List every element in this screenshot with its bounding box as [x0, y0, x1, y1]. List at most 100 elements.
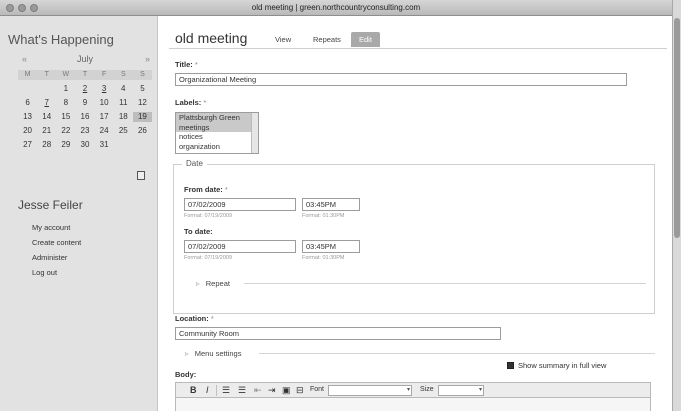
calendar-day: 9 — [82, 98, 88, 107]
indent-icon[interactable]: ⇥ — [268, 385, 276, 396]
log-out-link[interactable]: Log out — [32, 265, 81, 280]
calendar-empty-cell — [18, 84, 37, 94]
font-select[interactable]: ▾ — [328, 385, 412, 396]
calendar-day[interactable]: 2 — [75, 84, 94, 94]
page-title: old meeting — [175, 30, 248, 46]
size-label: Size — [420, 386, 434, 393]
outdent-icon[interactable]: ⇤ — [254, 385, 262, 396]
menu-settings-divider — [259, 353, 655, 354]
chevron-down-icon: ▾ — [478, 387, 482, 393]
calendar-prev-link[interactable]: « — [22, 54, 27, 64]
calendar-icon[interactable] — [137, 171, 145, 180]
show-summary-checkbox[interactable] — [507, 362, 514, 369]
create-content-link[interactable]: Create content — [32, 235, 81, 250]
calendar-day: 8 — [63, 98, 69, 107]
calendar-day-header: F — [94, 70, 114, 80]
calendar-day: 25 — [118, 126, 128, 135]
calendar-day: 10 — [99, 98, 109, 107]
size-select[interactable]: ▾ — [438, 385, 484, 396]
expand-arrow-icon: ▹ — [185, 349, 189, 358]
labels-label: Labels: * — [175, 98, 207, 107]
main-content: old meeting View Repeats Edit Title: * O… — [159, 16, 672, 411]
calendar-day: 22 — [61, 126, 71, 135]
menu-settings-toggle[interactable]: ▹ Menu settings — [185, 349, 241, 358]
calendar-month: July — [76, 54, 93, 64]
location-input[interactable]: Community Room — [175, 327, 501, 340]
date-legend: Date — [182, 159, 207, 168]
calendar-day: 20 — [23, 126, 33, 135]
my-account-link[interactable]: My account — [32, 220, 81, 235]
user-menu: My account Create content Administer Log… — [32, 220, 81, 280]
calendar-day[interactable]: 3 — [95, 84, 114, 94]
from-date-format: Format: 07/19/2009 — [184, 213, 233, 219]
labels-multiselect[interactable]: Plattsburgh Green meetings notices organ… — [175, 112, 259, 154]
labels-scrollbar[interactable] — [251, 113, 258, 153]
sidebar-section-title: What's Happening — [8, 32, 114, 47]
labels-option[interactable]: notices — [176, 132, 258, 142]
calendar-empty-cell — [133, 140, 152, 150]
calendar-next-link[interactable]: » — [145, 54, 150, 64]
horizontal-rule-icon[interactable]: ⊟ — [296, 385, 304, 396]
calendar-day: 13 — [23, 112, 33, 121]
to-date-input[interactable]: 07/02/2009 — [184, 240, 296, 253]
toolbar-separator — [216, 385, 217, 396]
calendar-day: 17 — [99, 112, 109, 121]
tab-divider — [169, 48, 667, 49]
to-time-format: Format: 01:30PM — [302, 255, 345, 261]
calendar-day: 29 — [61, 140, 71, 149]
calendar-day: 31 — [99, 140, 109, 149]
image-icon[interactable]: ▣ — [282, 385, 291, 396]
from-date-label: From date: * — [184, 185, 228, 194]
calendar-empty-cell — [37, 84, 56, 94]
body-label: Body: — [175, 370, 197, 379]
calendar-day: 15 — [61, 112, 71, 121]
calendar-day-header: T — [75, 70, 95, 80]
numbered-list-icon[interactable]: ☰ — [238, 385, 246, 396]
tab-edit[interactable]: Edit — [351, 32, 380, 47]
labels-option[interactable]: meetings — [176, 122, 258, 132]
labels-option[interactable]: Plattsburgh Green — [176, 113, 258, 123]
italic-button[interactable]: I — [206, 385, 209, 395]
sidebar: What's Happening « July » MTWTFSS1234567… — [0, 16, 158, 411]
repeat-toggle[interactable]: ▹ Repeat — [196, 279, 230, 288]
from-time-format: Format: 01:30PM — [302, 213, 345, 219]
calendar-day: 14 — [42, 112, 52, 121]
to-date-label: To date: — [184, 227, 213, 236]
calendar-grid: M T W T F S S 1 2 3 4 5 6 7 8 9 10 11 12 13 14 15 16 17 18 19 20 21… — [18, 70, 152, 150]
calendar-day: 11 — [119, 98, 128, 107]
calendar-day-header: S — [132, 70, 152, 80]
from-date-input[interactable]: 07/02/2009 — [184, 198, 296, 211]
calendar-day: 30 — [80, 140, 90, 149]
body-editor[interactable] — [175, 398, 651, 411]
from-time-input[interactable]: 03:45PM — [302, 198, 360, 211]
calendar-day-header: M — [18, 70, 38, 80]
title-input[interactable]: Organizational Meeting — [175, 73, 627, 86]
calendar-day-header: W — [56, 70, 76, 80]
calendar-day: 26 — [137, 126, 147, 135]
calendar-day: 21 — [42, 126, 52, 135]
calendar-day-header: S — [113, 70, 133, 80]
editor-toolbar: B I ☰ ☰ ⇤ ⇥ ▣ ⊟ Font ▾ Size ▾ — [175, 382, 651, 398]
bullet-list-icon[interactable]: ☰ — [222, 385, 230, 396]
calendar-day: 6 — [25, 98, 30, 107]
calendar-day: 12 — [137, 98, 147, 107]
to-time-input[interactable]: 03:45PM — [302, 240, 360, 253]
expand-arrow-icon: ▹ — [196, 279, 200, 288]
calendar-empty-cell — [114, 140, 133, 150]
scrollbar-thumb[interactable] — [674, 18, 680, 238]
calendar-day: 16 — [80, 112, 90, 121]
tab-repeats[interactable]: Repeats — [305, 32, 349, 47]
calendar-day: 5 — [140, 84, 145, 93]
bold-button[interactable]: B — [190, 385, 197, 395]
calendar-day: 24 — [99, 126, 109, 135]
chevron-down-icon: ▾ — [406, 387, 410, 393]
page-scrollbar[interactable] — [672, 0, 681, 411]
calendar-day: 23 — [80, 126, 90, 135]
calendar-day: 1 — [63, 84, 69, 93]
repeat-divider — [244, 283, 646, 284]
tab-view[interactable]: View — [267, 32, 299, 47]
calendar-day[interactable]: 7 — [37, 98, 56, 108]
administer-link[interactable]: Administer — [32, 250, 81, 265]
mini-calendar: « July » M T W T F S S 1 2 3 4 5 6 7 8 9 10 11 12 13 14 15 16 1… — [18, 54, 152, 150]
labels-option[interactable]: organization — [176, 142, 258, 152]
